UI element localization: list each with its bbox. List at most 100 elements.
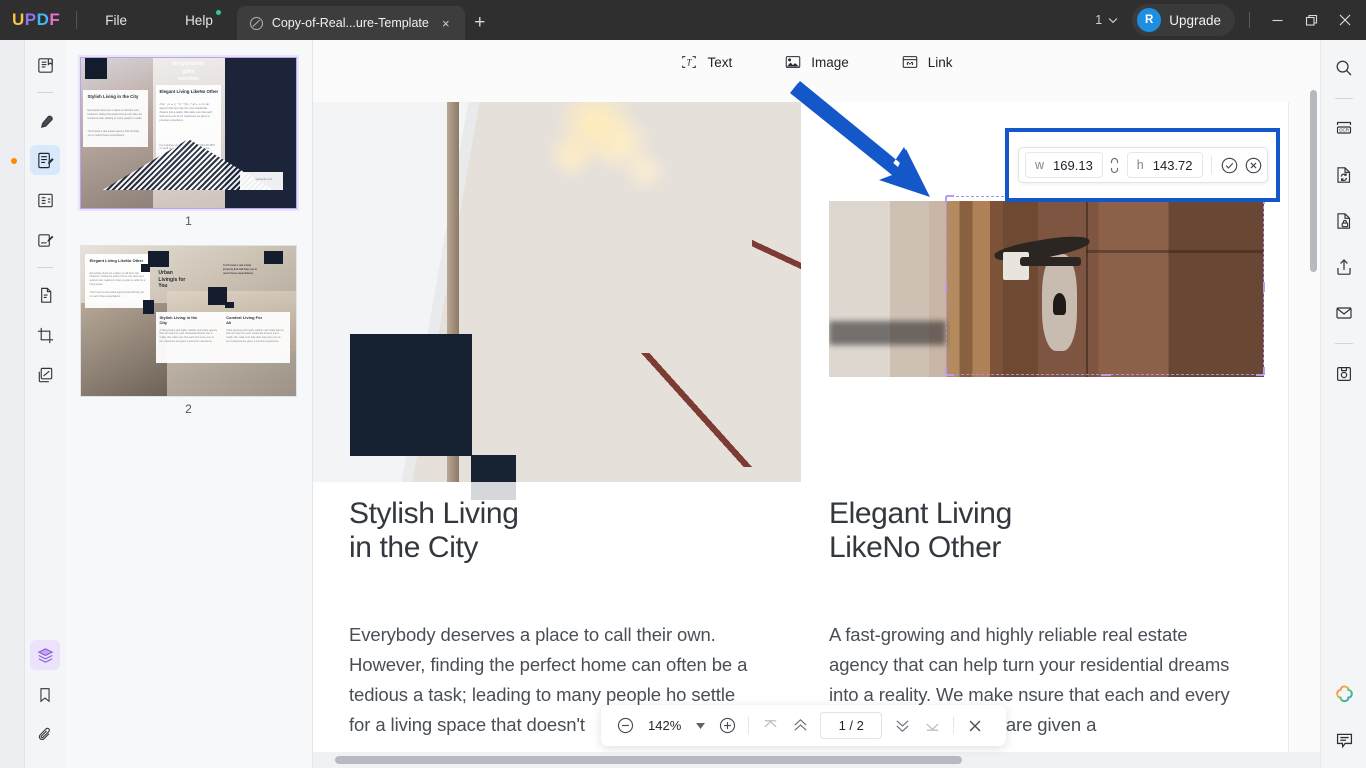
thumb2-topright-text: You'll need a real estate property that … [223,264,279,275]
edit-toolbar: T Text Image [313,40,1320,84]
right-tool-divider-1 [1335,98,1353,99]
right-toolbar: OCR [1320,40,1366,768]
chevron-down-icon[interactable] [690,723,711,729]
page-indicator[interactable]: 1 / 2 [820,712,882,739]
search-icon[interactable] [1328,52,1360,84]
chevron-down-icon [1108,17,1118,24]
sidebar-item-crop-pages[interactable] [30,320,60,350]
vertical-scrollbar-thumb[interactable] [1310,90,1317,272]
page-thumbnail-2[interactable]: Elegant Living LikeNo Other Everybody de… [81,246,296,396]
zoom-out-icon[interactable] [611,712,639,740]
x-circle-icon[interactable] [1242,153,1266,177]
width-label: w [1035,158,1044,172]
account-count[interactable]: 1 [1087,13,1126,27]
edit-tool-text[interactable]: T Text [680,53,732,71]
navy-square-large[interactable] [350,334,472,456]
comment-bubble-icon[interactable] [1328,724,1360,756]
sidebar-item-layers[interactable] [30,640,60,670]
title-bar-right: 1 R Upgrade [1087,0,1366,40]
thumb1-brand-name: GAZE UNITS [81,100,296,107]
minimize-icon[interactable] [1260,3,1294,37]
sidebar-item-sign-pdf[interactable] [30,225,60,255]
thumbnail-number-1: 1 [185,214,192,228]
first-page-icon[interactable] [756,712,784,740]
help-notification-dot [216,10,221,15]
height-field[interactable]: h 143.72 [1127,152,1203,178]
share-upload-icon[interactable] [1328,251,1360,283]
sidebar-item-attachments[interactable] [30,720,60,750]
next-page-icon[interactable] [888,712,916,740]
right-toolbar-bottom [1321,680,1366,756]
menu-file[interactable]: File [93,8,139,33]
document-convert-icon[interactable] [1328,159,1360,191]
sidebar-item-reader-mode[interactable] [30,50,60,80]
edit-tool-link-label: Link [928,55,953,70]
width-value[interactable]: 169.13 [1053,158,1093,173]
toolbar-close-icon[interactable] [961,712,989,740]
zoom-in-icon[interactable] [713,712,741,740]
sidebar-item-form-fields[interactable] [30,185,60,215]
page-navigation-toolbar[interactable]: 142% 1 / 2 [601,705,1006,746]
ocr-icon[interactable]: OCR [1328,113,1360,145]
document-tab-title: Copy-of-Real...ure-Template [272,16,429,30]
thumbnail-item-1[interactable]: Stylish Living in the City Everybody des… [65,58,312,246]
left-photo-railing [752,132,801,368]
edit-tool-text-label: Text [707,55,732,70]
avatar-initial: R [1145,14,1153,26]
left-tool-divider-1 [37,92,53,93]
menu-help[interactable]: Help [173,8,225,33]
sidebar-item-organize-pages[interactable] [30,280,60,310]
logo-letter-d: D [37,10,50,30]
toolbar-divider-1 [748,717,749,734]
thumb2-topleft-heading: Elegant Living LikeNo Other [90,258,144,263]
sidebar-item-batch-process[interactable] [30,360,60,390]
dimension-panel-divider [1211,156,1212,174]
envelope-icon[interactable] [1328,297,1360,329]
horizontal-scrollbar-thumb[interactable] [335,756,962,764]
restore-icon[interactable] [1294,3,1328,37]
document-tab[interactable]: Copy-of-Real...ure-Template × [237,6,465,40]
sidebar-item-bookmarks[interactable] [30,680,60,710]
last-page-icon[interactable] [918,712,946,740]
height-value[interactable]: 143.72 [1153,158,1193,173]
window-controls-divider [1249,12,1250,28]
selected-image-handles[interactable] [946,196,1264,375]
new-tab-button[interactable]: + [465,6,495,40]
image-dimension-panel[interactable]: w 169.13 h 143.72 [1018,147,1268,183]
edit-tool-image[interactable]: Image [784,53,849,71]
thumbnail-number-2: 2 [185,402,192,416]
updf-logo: U P D F [12,10,60,30]
thumbnail-panel[interactable]: Stylish Living in the City Everybody des… [65,40,313,768]
height-label: h [1137,158,1144,172]
svg-text:T: T [687,58,693,68]
document-lock-icon[interactable] [1328,205,1360,237]
sidebar-item-edit-pdf[interactable] [30,145,60,175]
check-circle-icon[interactable] [1218,153,1242,177]
chain-link-ratio-icon[interactable] [1105,152,1125,178]
thumb1-website: gazeunits.com [247,178,281,182]
menu-file-label: File [105,13,127,28]
logo-letter-u: U [12,10,25,30]
logo-letter-p: P [25,10,37,30]
thumbnail-item-2[interactable]: Elegant Living LikeNo Other Everybody de… [65,246,312,434]
page-thumbnail-1[interactable]: Stylish Living in the City Everybody des… [81,58,296,208]
ai-clover-icon[interactable] [1328,680,1360,712]
zoom-level-label[interactable]: 142% [641,718,688,733]
logo-letter-f: F [49,10,60,30]
edit-tool-link[interactable]: Link [901,53,953,71]
width-field[interactable]: w 169.13 [1025,152,1103,178]
window-close-icon[interactable] [1328,3,1362,37]
sidebar-item-annotate[interactable] [30,105,60,135]
left-toolbar-bottom [25,640,65,760]
upgrade-button[interactable]: R Upgrade [1132,4,1235,36]
right-page-heading[interactable]: Elegant Living LikeNo Other [829,497,1149,564]
left-edge-rail [0,40,25,768]
title-bar-left: U P D F File Help C [0,0,495,40]
save-disk-icon[interactable] [1328,358,1360,390]
rail-indicator-dot [11,158,17,164]
prev-page-icon[interactable] [786,712,814,740]
left-page-heading[interactable]: Stylish Living in the City [349,497,649,564]
close-icon[interactable]: × [437,14,455,32]
left-tool-divider-2 [37,267,53,268]
link-tool-icon [901,53,919,71]
